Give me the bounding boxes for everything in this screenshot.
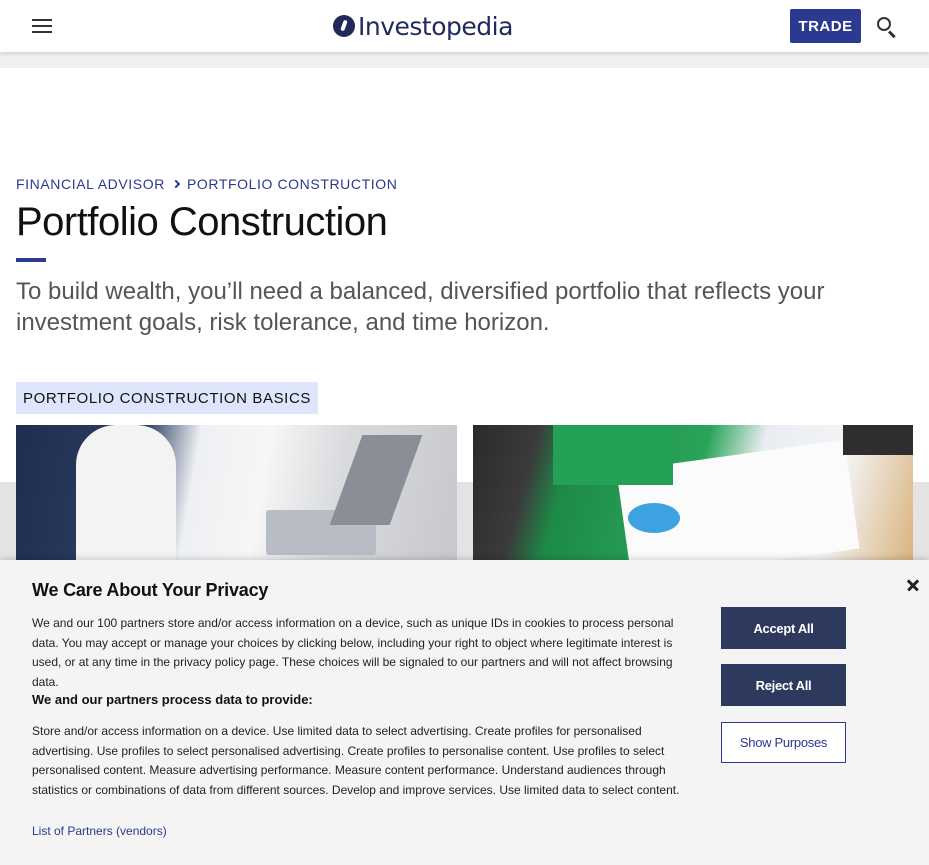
- calculator-shape: [843, 425, 913, 455]
- page: Investopedia TRADE FINANCIAL ADVISOR POR…: [0, 0, 929, 865]
- site-header: Investopedia TRADE: [0, 0, 929, 52]
- section-label[interactable]: PORTFOLIO CONSTRUCTION BASICS: [16, 382, 318, 414]
- sleeve-shape: [553, 425, 673, 485]
- logo-text: Investopedia: [358, 11, 513, 41]
- chevron-right-icon: [171, 179, 181, 189]
- article-card-image-2[interactable]: [473, 425, 913, 565]
- page-title: Portfolio Construction: [16, 200, 388, 244]
- close-icon[interactable]: [905, 577, 921, 593]
- laptop-screen-shape: [329, 435, 423, 525]
- show-purposes-button[interactable]: Show Purposes: [721, 722, 846, 763]
- article-card-image-1[interactable]: [16, 425, 457, 565]
- privacy-banner: We Care About Your Privacy We and our 10…: [0, 560, 929, 865]
- search-icon[interactable]: [876, 16, 898, 39]
- person-shape: [76, 425, 176, 565]
- ad-strip: [0, 52, 929, 68]
- privacy-subheading: We and our partners process data to prov…: [32, 692, 313, 707]
- page-subtitle: To build wealth, you’ll need a balanced,…: [16, 278, 825, 336]
- reject-all-button[interactable]: Reject All: [721, 664, 846, 706]
- privacy-text: We and our 100 partners store and/or acc…: [32, 616, 674, 689]
- breadcrumb: FINANCIAL ADVISOR PORTFOLIO CONSTRUCTION: [16, 176, 397, 192]
- logo[interactable]: Investopedia: [333, 11, 513, 41]
- breadcrumb-financial-advisor[interactable]: FINANCIAL ADVISOR: [16, 176, 165, 192]
- hamburger-icon[interactable]: [30, 16, 54, 36]
- breadcrumb-portfolio-construction[interactable]: PORTFOLIO CONSTRUCTION: [187, 176, 398, 192]
- partners-link[interactable]: List of Partners (vendors): [32, 824, 167, 838]
- trade-button[interactable]: TRADE: [790, 9, 861, 43]
- accept-all-button[interactable]: Accept All: [721, 607, 846, 649]
- logo-mark-icon: [333, 15, 355, 37]
- privacy-title: We Care About Your Privacy: [32, 580, 269, 600]
- pie-chart-graphic: [628, 503, 680, 533]
- title-underline: [16, 258, 46, 262]
- privacy-purposes: Store and/or access information on a dev…: [32, 724, 680, 797]
